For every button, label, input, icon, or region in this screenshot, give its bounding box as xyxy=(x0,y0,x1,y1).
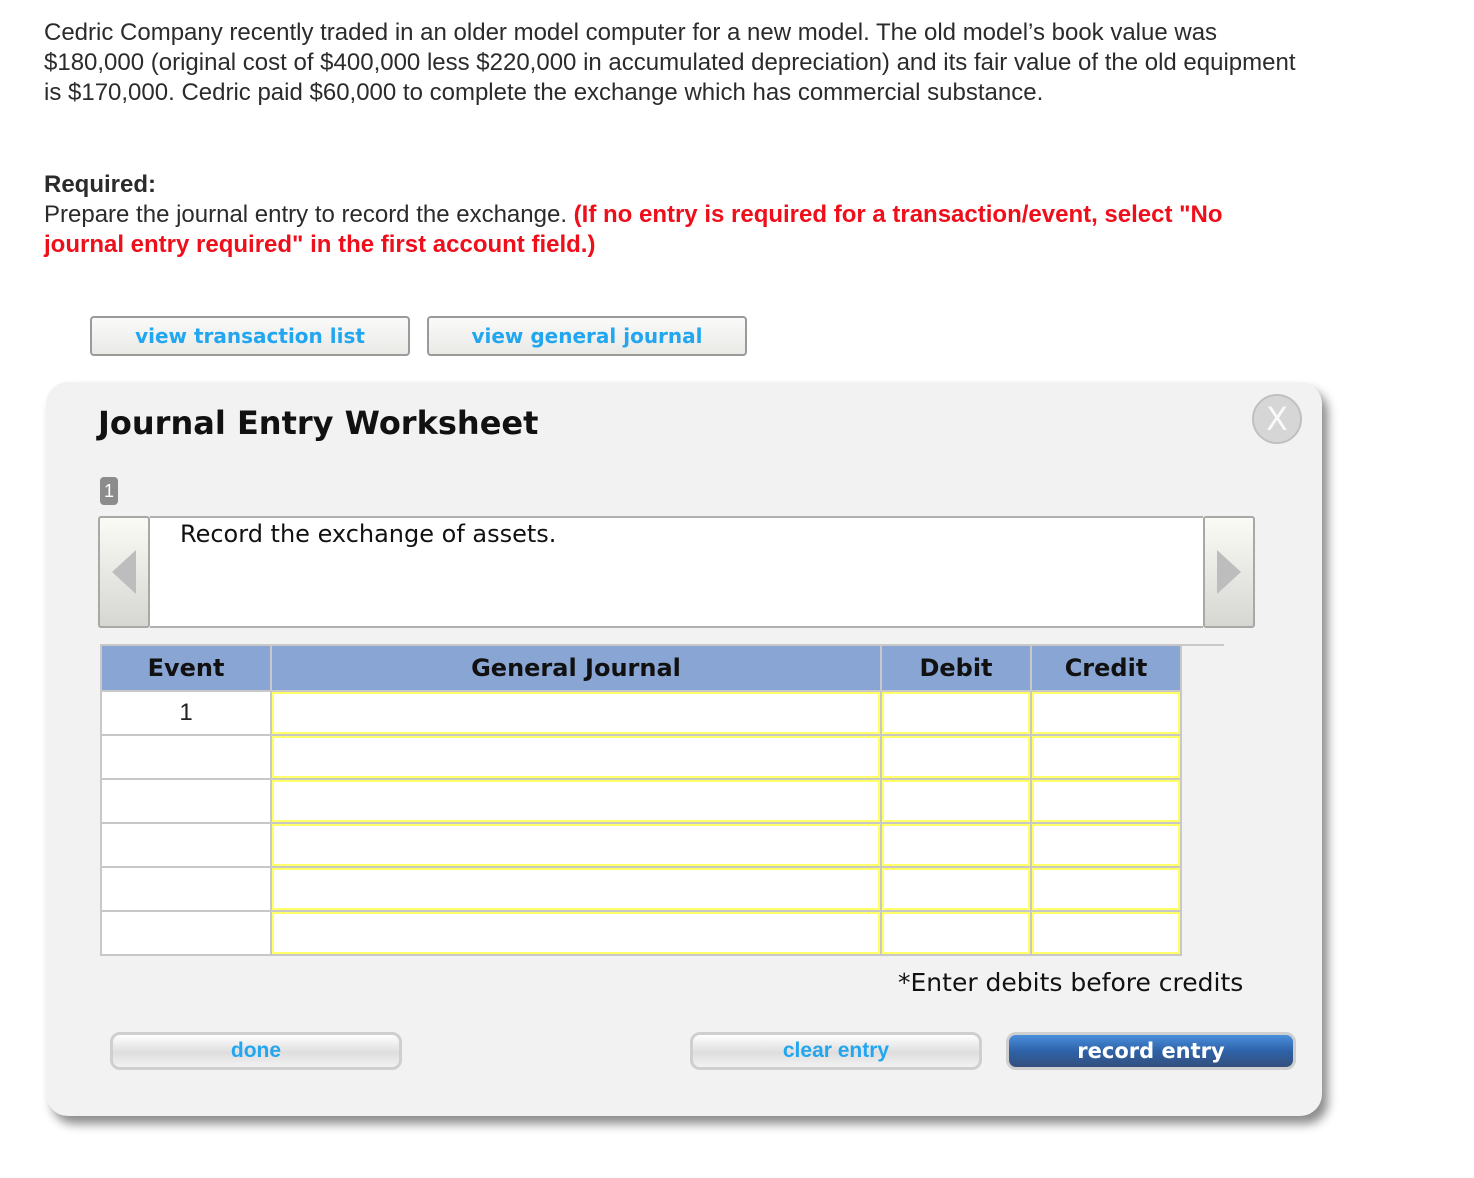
debit-input[interactable] xyxy=(882,824,1030,866)
right-arrow-icon xyxy=(1217,550,1241,594)
event-cell xyxy=(100,822,272,868)
problem-statement: Cedric Company recently traded in an old… xyxy=(44,19,1296,106)
credit-input[interactable] xyxy=(1032,736,1180,778)
record-entry-button[interactable]: record entry xyxy=(1006,1032,1296,1070)
table-row xyxy=(100,866,1182,912)
table-row xyxy=(100,910,1182,956)
account-input[interactable] xyxy=(272,736,880,778)
debit-input[interactable] xyxy=(882,736,1030,778)
header-event: Event xyxy=(100,644,272,692)
transaction-description-box: Record the exchange of assets. xyxy=(150,516,1203,628)
account-input[interactable] xyxy=(272,780,880,822)
transaction-description: Record the exchange of assets. xyxy=(180,520,557,548)
event-cell xyxy=(100,778,272,824)
event-cell xyxy=(100,910,272,956)
event-cell xyxy=(100,734,272,780)
next-button[interactable] xyxy=(1203,516,1255,628)
account-input[interactable] xyxy=(272,912,880,954)
worksheet-title: Journal Entry Worksheet xyxy=(98,404,539,442)
table-row xyxy=(100,734,1182,780)
debits-before-credits-note: *Enter debits before credits xyxy=(898,968,1244,997)
header-credit: Credit xyxy=(1030,644,1182,692)
table-header-row: Event General Journal Debit Credit xyxy=(100,644,1182,692)
header-general-journal: General Journal xyxy=(270,644,882,692)
close-icon[interactable]: X xyxy=(1252,394,1302,444)
event-cell: 1 xyxy=(100,690,272,736)
step-number-badge: 1 xyxy=(100,477,118,505)
debit-input[interactable] xyxy=(882,780,1030,822)
view-transaction-list-button[interactable]: view transaction list xyxy=(90,316,410,356)
view-general-journal-button[interactable]: view general journal xyxy=(427,316,747,356)
clear-entry-button[interactable]: clear entry xyxy=(690,1032,982,1070)
journal-table: Event General Journal Debit Credit 1 xyxy=(100,644,1182,956)
credit-input[interactable] xyxy=(1032,692,1180,734)
debit-input[interactable] xyxy=(882,912,1030,954)
account-input[interactable] xyxy=(272,692,880,734)
account-input[interactable] xyxy=(272,824,880,866)
table-row xyxy=(100,822,1182,868)
required-section: Required: Prepare the journal entry to r… xyxy=(44,170,1304,260)
event-cell xyxy=(100,866,272,912)
table-row: 1 xyxy=(100,690,1182,736)
account-input[interactable] xyxy=(272,868,880,910)
table-row xyxy=(100,778,1182,824)
credit-input[interactable] xyxy=(1032,780,1180,822)
header-debit: Debit xyxy=(880,644,1032,692)
previous-button[interactable] xyxy=(98,516,150,628)
debit-input[interactable] xyxy=(882,692,1030,734)
required-instruction: Prepare the journal entry to record the … xyxy=(44,201,574,228)
done-button[interactable]: done xyxy=(110,1032,402,1070)
journal-entry-worksheet-panel: Journal Entry Worksheet X 1 Record the e… xyxy=(46,382,1322,1116)
credit-input[interactable] xyxy=(1032,868,1180,910)
left-arrow-icon xyxy=(112,550,136,594)
credit-input[interactable] xyxy=(1032,912,1180,954)
credit-input[interactable] xyxy=(1032,824,1180,866)
required-label: Required: xyxy=(44,171,157,198)
debit-input[interactable] xyxy=(882,868,1030,910)
